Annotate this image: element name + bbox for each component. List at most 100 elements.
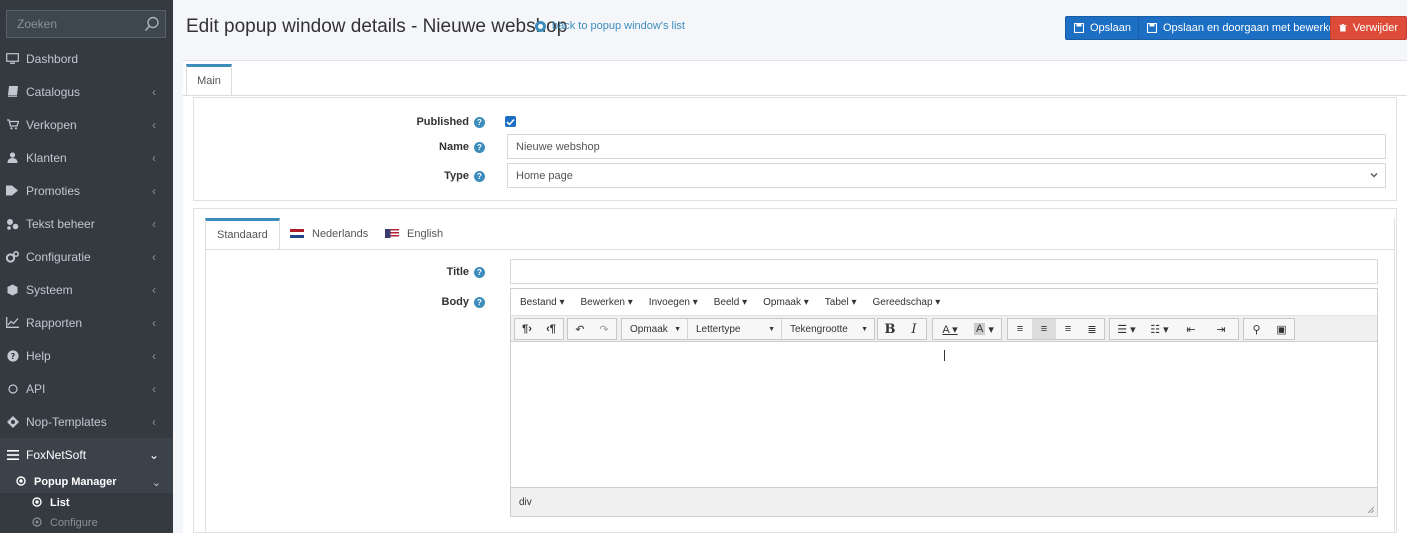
title-label-text: Title: [446, 266, 469, 278]
sidebar-item-help[interactable]: ? Help ‹: [0, 339, 173, 372]
tab-divider: [205, 249, 1395, 250]
image-icon[interactable]: ▣: [1269, 319, 1294, 339]
type-label: Type ?: [300, 169, 485, 183]
sidebar-item-label: FoxNetSoft: [26, 447, 87, 462]
sidebar-item-label: Verkopen: [26, 117, 77, 132]
type-select-value: Home page: [516, 169, 573, 182]
sidebar-item-promoties[interactable]: Promoties ‹: [0, 174, 173, 207]
chevron-left-icon: ‹: [152, 414, 156, 429]
sidebar-item-popup-manager[interactable]: Popup Manager ⌄: [0, 471, 173, 493]
menu-tabel[interactable]: Tabel ▾: [825, 297, 857, 308]
menu-opmaak[interactable]: Opmaak ▾: [763, 297, 809, 308]
delete-button[interactable]: Verwijder: [1330, 16, 1407, 40]
sidebar-item-catalogus[interactable]: Catalogus ‹: [0, 75, 173, 108]
undo-icon[interactable]: ↶: [568, 319, 592, 339]
bold-icon[interactable]: B: [878, 319, 902, 339]
color-group: A ▾ A ▾: [932, 318, 1002, 340]
arrow-circle-left-icon: [535, 20, 546, 32]
indent-icon[interactable]: ⇥: [1206, 319, 1236, 339]
tab-english[interactable]: English: [385, 218, 443, 249]
sidebar-item-nop-templates[interactable]: Nop-Templates ‹: [0, 405, 173, 438]
title-input[interactable]: [510, 259, 1378, 284]
sidebar-item-klanten[interactable]: Klanten ‹: [0, 141, 173, 174]
menu-bestand[interactable]: Bestand ▾: [520, 297, 565, 308]
trash-icon: [1339, 24, 1347, 32]
save-continue-button[interactable]: Opslaan en doorgaan met bewerken: [1138, 16, 1350, 40]
sidebar-item-dashbord[interactable]: Dashbord: [0, 42, 173, 75]
sidebar-item-label: Tekst beheer: [26, 216, 95, 231]
bars-icon: [6, 448, 19, 461]
search-input[interactable]: [7, 17, 139, 31]
help-icon[interactable]: ?: [474, 141, 485, 153]
menu-label: Tabel: [824, 296, 849, 308]
chevron-left-icon: ‹: [152, 282, 156, 297]
menu-label: Invoegen: [648, 296, 690, 308]
name-input[interactable]: [507, 134, 1386, 159]
help-icon[interactable]: ?: [474, 116, 485, 128]
tab-label: English: [407, 227, 444, 240]
menu-invoegen[interactable]: Invoegen ▾: [649, 297, 698, 308]
format-dropdown-group: Opmaak ▼ Lettertype ▼ Tekengrootte ▼: [621, 318, 875, 340]
help-icon[interactable]: ?: [474, 266, 485, 278]
font-size-dropdown[interactable]: Tekengrootte ▼: [782, 319, 874, 339]
editor-content-area[interactable]: [511, 342, 1377, 487]
title-label: Title ?: [300, 265, 485, 279]
sidebar-item-list[interactable]: List: [0, 493, 173, 513]
align-justify-icon[interactable]: ≣: [1080, 319, 1104, 339]
sidebar-item-foxnetsoft[interactable]: FoxNetSoft ⌄: [0, 438, 173, 471]
menu-gereedschap[interactable]: Gereedschap ▾: [872, 297, 940, 308]
chevron-down-icon: ⌄: [148, 447, 160, 462]
sidebar-item-configure[interactable]: Configure: [0, 513, 173, 533]
menu-label: Bewerken: [580, 296, 625, 308]
link-icon[interactable]: ⚲: [1244, 319, 1269, 339]
redo-icon[interactable]: ↷: [592, 319, 616, 339]
font-family-dropdown[interactable]: Lettertype ▼: [688, 319, 782, 339]
sidebar-item-configuratie[interactable]: Configuratie ‹: [0, 240, 173, 273]
search-icon[interactable]: [139, 11, 165, 37]
delete-button-label: Verwijder: [1352, 22, 1398, 34]
numbered-list-icon[interactable]: ☷ ▾: [1143, 319, 1176, 339]
sitemap-icon: [6, 217, 19, 230]
sidebar-item-tekst-beheer[interactable]: Tekst beheer ‹: [0, 207, 173, 240]
background-color-icon[interactable]: A ▾: [967, 319, 1001, 339]
align-right-icon[interactable]: ≡: [1056, 319, 1080, 339]
tab-label: Nederlands: [312, 227, 369, 240]
resize-handle-icon[interactable]: [1366, 505, 1374, 513]
chevron-left-icon: ‹: [152, 216, 156, 231]
dutch-flag-icon: [290, 229, 304, 238]
bullet-list-icon[interactable]: ☰ ▾: [1110, 319, 1143, 339]
ltr-icon[interactable]: ¶›: [515, 319, 539, 339]
save-button[interactable]: Opslaan: [1065, 16, 1140, 40]
menu-beeld[interactable]: Beeld ▾: [714, 297, 747, 308]
tab-nederlands[interactable]: Nederlands: [290, 218, 368, 249]
published-checkbox[interactable]: [505, 116, 516, 127]
circle-icon: [6, 382, 19, 395]
back-link-label: back to popup window's list: [552, 20, 685, 32]
sidebar-item-rapporten[interactable]: Rapporten ‹: [0, 306, 173, 339]
sidebar-item-api[interactable]: API ‹: [0, 372, 173, 405]
italic-icon[interactable]: I: [902, 319, 926, 339]
sidebar-item-verkopen[interactable]: Verkopen ‹: [0, 108, 173, 141]
sidebar-item-label: Rapporten: [26, 315, 83, 330]
format-dropdown[interactable]: Opmaak ▼: [622, 319, 688, 339]
puzzle-icon: [6, 415, 19, 428]
element-path[interactable]: div: [519, 497, 532, 508]
menu-bewerken[interactable]: Bewerken ▾: [581, 297, 633, 308]
sidebar-nav: Dashbord Catalogus ‹ Verkopen ‹ Klanten …: [0, 42, 173, 533]
align-left-icon[interactable]: ≡: [1008, 319, 1032, 339]
back-to-list-link[interactable]: back to popup window's list: [535, 20, 685, 32]
align-center-icon[interactable]: ≡: [1032, 319, 1056, 339]
menu-label: Opmaak: [763, 296, 801, 308]
tab-main[interactable]: Main: [186, 64, 232, 95]
sidebar-item-systeem[interactable]: Systeem ‹: [0, 273, 173, 306]
chevron-left-icon: ‹: [152, 348, 156, 363]
help-icon[interactable]: ?: [474, 170, 485, 182]
text-color-icon[interactable]: A ▾: [933, 319, 967, 339]
us-flag-icon: [385, 229, 399, 238]
tab-standaard[interactable]: Standaard: [205, 218, 280, 249]
type-select[interactable]: Home page: [507, 163, 1386, 188]
chevron-left-icon: ‹: [152, 117, 156, 132]
outdent-icon[interactable]: ⇤: [1176, 319, 1206, 339]
help-icon[interactable]: ?: [474, 296, 485, 308]
rtl-icon[interactable]: ‹¶: [539, 319, 563, 339]
